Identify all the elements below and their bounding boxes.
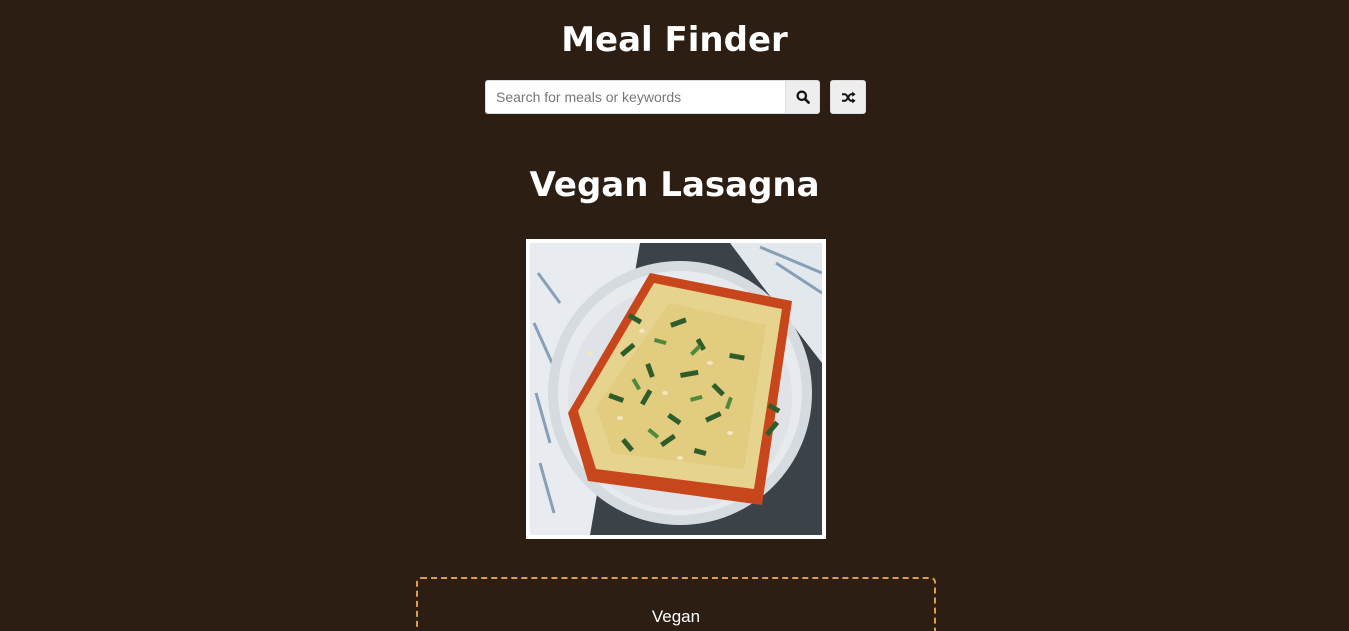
search-input[interactable] [485,80,785,114]
search-button[interactable] [785,80,820,114]
search-form [485,80,866,114]
search-icon [796,90,810,104]
meal-category-box: Vegan [416,577,936,631]
meal-category: Vegan [651,607,701,626]
shuffle-icon [841,91,856,104]
meal-photo-illustration [530,243,822,535]
meal-title: Vegan Lasagna [529,165,820,205]
random-meal-button[interactable] [830,80,866,114]
app-title: Meal Finder [561,20,788,60]
meal-image [526,239,826,539]
